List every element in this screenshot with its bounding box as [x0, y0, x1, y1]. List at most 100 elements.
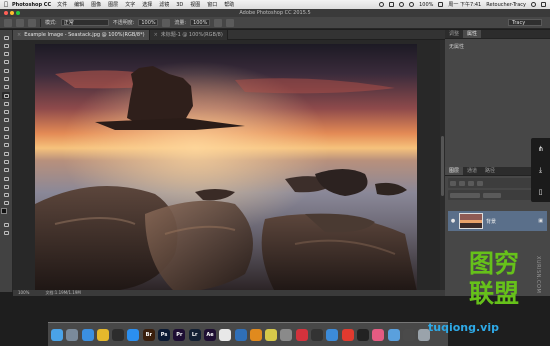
- stamp-tool[interactable]: [2, 100, 10, 107]
- video-icon[interactable]: [356, 328, 369, 341]
- workspace-select[interactable]: Tracy: [508, 19, 542, 26]
- bridge-icon[interactable]: Br: [142, 328, 155, 341]
- tab-layers[interactable]: 图层: [445, 167, 464, 175]
- opacity-field[interactable]: 100%: [138, 19, 159, 26]
- menu-type[interactable]: 文字: [125, 1, 135, 8]
- close-window-button[interactable]: [4, 11, 8, 15]
- music-icon[interactable]: [372, 328, 385, 341]
- menu-edit[interactable]: 编辑: [74, 1, 84, 8]
- blend-mode-select[interactable]: [450, 192, 480, 198]
- brush-panel-icon[interactable]: [28, 18, 36, 27]
- mode-select[interactable]: 正常: [60, 19, 109, 26]
- pressure-size-icon[interactable]: [226, 18, 235, 27]
- download-icon[interactable]: ⤓: [539, 166, 542, 175]
- obs-icon[interactable]: [311, 328, 324, 341]
- menu-3d[interactable]: 3D: [176, 2, 183, 8]
- battery-percent[interactable]: 100%: [419, 2, 433, 8]
- brush-preset-icon[interactable]: [4, 18, 12, 27]
- menu-file[interactable]: 文件: [57, 1, 67, 8]
- zoom-window-button[interactable]: [16, 11, 20, 15]
- notification-icon[interactable]: [541, 2, 546, 7]
- battery-icon[interactable]: [438, 2, 444, 7]
- blender-icon[interactable]: [249, 328, 262, 341]
- launchpad-icon[interactable]: [66, 328, 79, 341]
- filter-adjust-icon[interactable]: [468, 180, 474, 186]
- close-tab-icon[interactable]: ×: [154, 32, 158, 38]
- scroll-thumb[interactable]: [441, 136, 444, 196]
- app-menu[interactable]: Photoshop CC: [12, 2, 51, 8]
- foreground-color[interactable]: [1, 208, 7, 215]
- trash-icon[interactable]: ▯: [539, 188, 543, 196]
- itunes-icon[interactable]: [219, 328, 232, 341]
- media-icon[interactable]: [295, 328, 308, 341]
- menu-filter[interactable]: 滤镜: [159, 1, 169, 8]
- minimize-window-button[interactable]: [10, 11, 14, 15]
- menu-view[interactable]: 视图: [190, 1, 200, 8]
- canvas-area[interactable]: [13, 40, 440, 292]
- filter-pixel-icon[interactable]: [459, 180, 465, 186]
- volume-icon[interactable]: [409, 2, 415, 7]
- quick-mask-tool[interactable]: [2, 222, 10, 229]
- premiere-icon[interactable]: Pr: [173, 328, 186, 341]
- flow-field[interactable]: 100%: [190, 19, 211, 26]
- eyedropper-tool[interactable]: [2, 75, 10, 82]
- eraser-tool[interactable]: [2, 117, 10, 124]
- pen-tool[interactable]: [2, 150, 10, 157]
- lightroom-icon[interactable]: Lr: [188, 328, 201, 341]
- xcode-icon[interactable]: [234, 328, 247, 341]
- gradient-tool[interactable]: [2, 125, 10, 132]
- spotlight-icon[interactable]: [531, 2, 536, 7]
- close-tab-icon[interactable]: ×: [17, 32, 21, 38]
- zoom-tool[interactable]: [2, 192, 10, 199]
- healing-tool[interactable]: [2, 84, 10, 91]
- chrome-icon[interactable]: [96, 328, 109, 341]
- qq-icon[interactable]: [112, 328, 125, 341]
- layer-opacity-field[interactable]: [483, 192, 501, 198]
- document-size[interactable]: 文档:1.19M/1.19M: [45, 290, 80, 296]
- tab-paths[interactable]: 路径: [481, 167, 499, 175]
- menu-image[interactable]: 图像: [91, 1, 101, 8]
- weibo-icon[interactable]: [341, 328, 354, 341]
- clock[interactable]: 周一 下午7:41: [448, 1, 481, 8]
- tab-adjustments[interactable]: 调整: [445, 30, 463, 38]
- screen-mode-tool[interactable]: [2, 230, 10, 237]
- photoshop-icon[interactable]: Ps: [158, 328, 171, 341]
- menu-select[interactable]: 选择: [142, 1, 152, 8]
- layer-row-background[interactable]: ● 背景 ▣: [448, 211, 547, 231]
- brush-tool[interactable]: [2, 92, 10, 100]
- folder-icon[interactable]: [387, 328, 400, 341]
- quick-select-tool[interactable]: [2, 59, 10, 66]
- marquee-tool[interactable]: [2, 42, 10, 49]
- path-select-tool[interactable]: [2, 167, 10, 174]
- safari-icon[interactable]: [81, 328, 94, 341]
- history-brush-tool[interactable]: [2, 109, 10, 116]
- airplay-icon[interactable]: [389, 2, 395, 7]
- user-name[interactable]: Retoucher-Tracy: [486, 2, 526, 8]
- notes-icon[interactable]: [265, 328, 278, 341]
- blur-tool[interactable]: [2, 134, 10, 141]
- prefs-icon[interactable]: [280, 328, 293, 341]
- document-image[interactable]: [35, 44, 417, 292]
- dodge-tool[interactable]: [2, 142, 10, 149]
- aftereffects-icon[interactable]: Ae: [203, 328, 216, 341]
- appstore-icon[interactable]: [127, 328, 140, 341]
- tab-properties[interactable]: 属性: [463, 30, 482, 38]
- menu-layer[interactable]: 图层: [108, 1, 118, 8]
- menu-help[interactable]: 帮助: [224, 1, 234, 8]
- type-tool[interactable]: [2, 158, 10, 165]
- move-tool[interactable]: [2, 34, 10, 41]
- hand-tool[interactable]: [2, 183, 10, 190]
- stats-icon[interactable]: [402, 328, 415, 341]
- eye-icon[interactable]: ●: [450, 218, 456, 224]
- shape-tool[interactable]: [2, 175, 10, 182]
- filter-type-icon[interactable]: [477, 180, 483, 186]
- apple-icon[interactable]: : [0, 1, 12, 8]
- airbrush-icon[interactable]: [214, 18, 223, 27]
- tab-untitled[interactable]: × 未标题-1 @ 100%(RGB/8): [149, 30, 228, 40]
- share-icon[interactable]: ⋔: [538, 145, 544, 153]
- pressure-opacity-icon[interactable]: [162, 18, 171, 27]
- creative-cloud-icon[interactable]: [379, 2, 385, 7]
- wifi-icon[interactable]: [399, 2, 405, 7]
- lasso-tool[interactable]: [2, 51, 10, 58]
- menu-window[interactable]: 窗口: [207, 1, 217, 8]
